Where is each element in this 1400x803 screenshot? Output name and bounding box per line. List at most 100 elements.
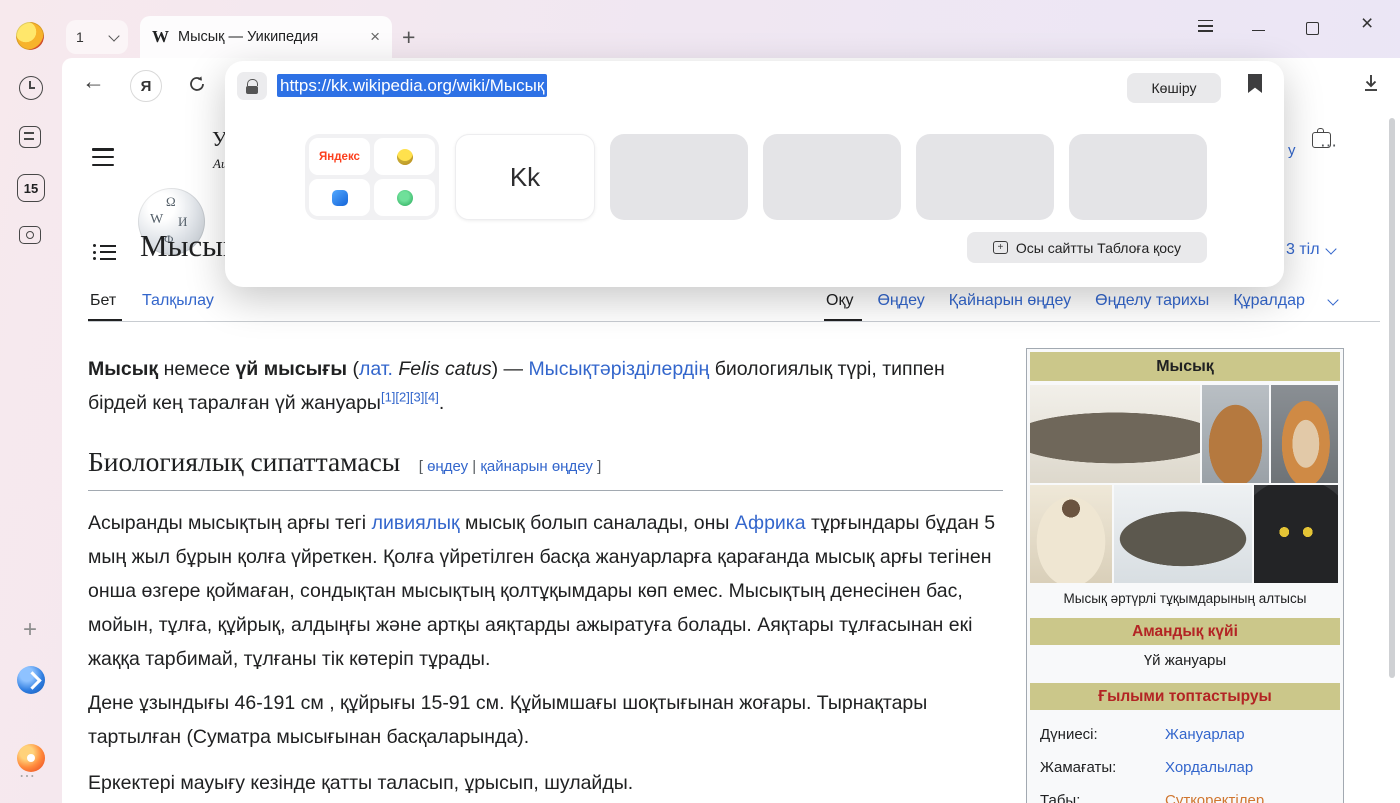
- tablo-tile-empty[interactable]: [610, 134, 748, 220]
- tab-read[interactable]: Оқу: [826, 292, 853, 310]
- service-icon-4[interactable]: [374, 179, 435, 216]
- tab-close-icon[interactable]: ×: [370, 27, 380, 47]
- intro-bold-title: Мысық: [88, 358, 158, 380]
- service-icon-2[interactable]: [374, 138, 435, 175]
- kingdom-link[interactable]: Жануарлар: [1165, 718, 1245, 751]
- window-menu-icon[interactable]: [1198, 16, 1213, 35]
- tab-counter[interactable]: 1: [66, 20, 128, 54]
- pipe: |: [468, 458, 480, 475]
- page-scrollbar[interactable]: [1389, 118, 1395, 678]
- service-yandex[interactable]: Яндекс: [309, 138, 370, 175]
- taxonomy-table: Дүниесі: Жануарлар Жамағаты: Хордалылар …: [1030, 718, 1340, 803]
- lat-link[interactable]: лат.: [359, 358, 393, 380]
- cat-photo-tabby-walking[interactable]: [1114, 485, 1252, 583]
- ref-link-4[interactable]: [4]: [424, 390, 438, 405]
- tab-title: Мысық — Уикипедия: [178, 29, 362, 45]
- profile-avatar[interactable]: [16, 22, 44, 50]
- status-value: Үй жануары: [1030, 645, 1340, 677]
- wikipedia-favicon: W: [152, 27, 169, 47]
- cat-photo-black[interactable]: [1254, 485, 1338, 583]
- sidebar-add-icon[interactable]: +: [23, 620, 37, 640]
- header-link-fragment[interactable]: у: [1288, 142, 1296, 159]
- intro-text: немесе: [158, 358, 235, 380]
- language-button[interactable]: 3 тіл: [1286, 241, 1335, 259]
- lock-icon: [247, 79, 258, 86]
- intro-text: (: [347, 358, 359, 380]
- cat-photo-siamese[interactable]: [1030, 485, 1112, 583]
- sidebar-more-icon[interactable]: ⋯: [19, 766, 37, 786]
- tablo-tile-empty[interactable]: [916, 134, 1054, 220]
- download-icon[interactable]: [1360, 72, 1382, 99]
- chevron-down-icon: [108, 30, 119, 41]
- infobox-title: Мысық: [1030, 352, 1340, 381]
- browser-window: 15 + ⋯ 1 W Мысық — Уикипедия × + × ← Я: [0, 0, 1400, 803]
- cat-photo-orange-white[interactable]: [1271, 385, 1338, 483]
- tablo-yandex-services[interactable]: Яндекс: [305, 134, 439, 220]
- edit-source-link[interactable]: қайнарын өңдеу: [480, 458, 593, 475]
- bookmark-icon[interactable]: [1248, 74, 1262, 93]
- back-button[interactable]: ←: [82, 68, 105, 95]
- paragraph: Асыранды мысықтың арғы тегі ливиялық мыс…: [88, 506, 1000, 676]
- service-icon-3[interactable]: [309, 179, 370, 216]
- tab-edit-source[interactable]: Қайнарын өңдеу: [949, 292, 1071, 310]
- address-bar[interactable]: https://kk.wikipedia.org/wiki/Мысық: [277, 76, 547, 96]
- chevron-down-icon[interactable]: [1327, 294, 1338, 305]
- feed-icon[interactable]: [19, 126, 41, 148]
- tablo-tile-empty[interactable]: [1069, 134, 1207, 220]
- window-maximize-button[interactable]: [1306, 22, 1319, 35]
- section-heading: Биологиялық сипаттамасы: [88, 446, 400, 477]
- cat-photo-orange-sitting[interactable]: [1202, 385, 1269, 483]
- url-selected-text[interactable]: https://kk.wikipedia.org/wiki/Мысық: [277, 74, 547, 97]
- window-close-button[interactable]: ×: [1361, 12, 1373, 36]
- tab-tools[interactable]: Құралдар: [1233, 292, 1305, 310]
- header-more-icon[interactable]: ⋯: [1320, 136, 1338, 156]
- ref-link-3[interactable]: [3]: [410, 390, 424, 405]
- contents-icon[interactable]: [93, 241, 116, 264]
- add-to-tablo-label: Осы сайтты Таблоға қосу: [1016, 240, 1181, 256]
- chevron-down-icon: [1325, 243, 1336, 254]
- yandex-browser-icon[interactable]: [17, 666, 45, 694]
- taxonomy-header: Ғылыми топтастыруы: [1030, 683, 1340, 710]
- wiki-menu-icon[interactable]: [92, 143, 114, 171]
- history-icon[interactable]: [19, 76, 43, 100]
- tab-edit[interactable]: Өңдеу: [877, 292, 924, 310]
- tile-label: Kk: [510, 162, 540, 193]
- copy-url-button[interactable]: Көшіру: [1127, 73, 1221, 103]
- taxonomy-label: Табы:: [1030, 784, 1165, 803]
- add-square-icon: +: [993, 241, 1008, 254]
- taxonomy-row: Табы: Сүтқоректілер: [1030, 784, 1340, 803]
- taxonomy-row: Дүниесі: Жануарлар: [1030, 718, 1340, 751]
- class-link[interactable]: Сүтқоректілер: [1165, 784, 1264, 803]
- paragraph: Дене ұзындығы 46-191 см , құйрығы 15-91 …: [88, 686, 1000, 754]
- tablo-tile-kk-wikipedia[interactable]: Kk: [455, 134, 595, 220]
- phylum-link[interactable]: Хордалылар: [1165, 751, 1253, 784]
- africa-link[interactable]: Африка: [735, 512, 806, 534]
- cat-photo-tabby-lying[interactable]: [1030, 385, 1200, 483]
- tab-talk[interactable]: Талқылау: [142, 292, 214, 310]
- paragraph-text: Асыранды мысықтың арғы тегі: [88, 512, 372, 534]
- site-security-button[interactable]: [237, 72, 267, 100]
- screenshot-icon[interactable]: [19, 226, 41, 244]
- window-minimize-button[interactable]: [1252, 30, 1265, 31]
- taxonomy-row: Жамағаты: Хордалылар: [1030, 751, 1340, 784]
- tab-page[interactable]: Бет: [90, 292, 116, 310]
- felidae-link[interactable]: Мысықтәрізділердің: [528, 358, 709, 380]
- section-heading-wrap: Биологиялық сипаттамасы [ өңдеу | қайнар…: [88, 446, 1003, 491]
- refresh-icon[interactable]: [187, 74, 207, 99]
- tab-history[interactable]: Өңделу тарихы: [1095, 292, 1209, 310]
- tablo-tile-empty[interactable]: [763, 134, 901, 220]
- omnibox-dropdown: https://kk.wikipedia.org/wiki/Мысық Көші…: [225, 61, 1284, 287]
- bracket: ]: [593, 458, 601, 475]
- tab-count-badge[interactable]: 15: [17, 174, 45, 202]
- new-tab-button[interactable]: +: [402, 24, 415, 51]
- copy-label: Көшіру: [1152, 80, 1197, 96]
- ref-link-2[interactable]: [2]: [395, 390, 409, 405]
- libyan-cat-link[interactable]: ливиялық: [372, 512, 460, 534]
- intro-text: ) —: [492, 358, 529, 380]
- latin-name: Felis catus: [393, 358, 492, 380]
- edit-link[interactable]: өңдеу: [427, 458, 468, 475]
- add-to-tablo-button[interactable]: + Осы сайтты Таблоға қосу: [967, 232, 1207, 263]
- browser-tab[interactable]: W Мысық — Уикипедия ×: [140, 16, 392, 58]
- yandex-search-button[interactable]: Я: [130, 70, 162, 102]
- ref-link-1[interactable]: [1]: [381, 390, 395, 405]
